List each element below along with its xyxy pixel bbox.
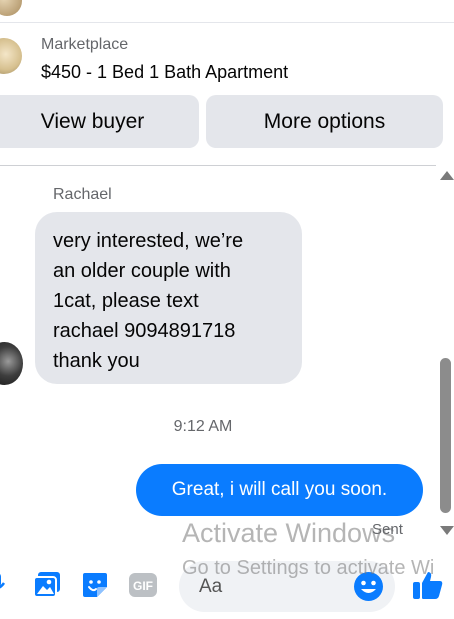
outgoing-message-bubble[interactable]: Great, i will call you soon. — [136, 464, 423, 516]
view-buyer-button[interactable]: View buyer — [0, 95, 199, 148]
gif-icon[interactable]: GIF — [128, 571, 158, 599]
previous-avatar — [0, 0, 22, 16]
previous-conversation-strip[interactable] — [0, 0, 454, 23]
incoming-message-line: 1cat, please text — [53, 290, 199, 312]
photo-icon[interactable] — [33, 571, 61, 599]
sent-status: Sent — [372, 521, 403, 538]
listing-thumbnail[interactable] — [0, 38, 22, 74]
incoming-message-bubble[interactable]: very interested, we’re an older couple w… — [35, 212, 302, 384]
sticker-icon[interactable] — [81, 571, 109, 599]
incoming-message-line: very interested, we’re — [53, 230, 244, 252]
microphone-icon[interactable] — [0, 571, 10, 601]
incoming-message-line: an older couple with — [53, 260, 231, 282]
scrollbar[interactable] — [436, 165, 454, 545]
activate-windows-watermark: Activate Windows — [182, 518, 396, 548]
sender-name: Rachael — [53, 186, 112, 203]
scrollbar-thumb[interactable] — [440, 358, 451, 513]
listing-title[interactable]: $450 - 1 Bed 1 Bath Apartment — [41, 62, 288, 83]
message-timestamp: 9:12 AM — [173, 418, 233, 435]
marketplace-label: Marketplace — [41, 36, 129, 53]
scroll-up-icon[interactable] — [440, 171, 454, 180]
more-options-button[interactable]: More options — [206, 95, 443, 148]
incoming-message-line: rachael 9094891718 — [53, 320, 236, 342]
marketplace-header: Marketplace $450 - 1 Bed 1 Bath Apartmen… — [0, 22, 454, 166]
outgoing-message-text: Great, i will call you soon. — [171, 479, 388, 500]
gif-label: GIF — [133, 579, 153, 593]
incoming-message-line: thank you — [53, 350, 140, 372]
sender-avatar[interactable] — [0, 342, 23, 385]
scroll-down-icon[interactable] — [440, 526, 454, 535]
activate-windows-settings-hint: Go to Settings to activate Wi — [182, 557, 435, 579]
